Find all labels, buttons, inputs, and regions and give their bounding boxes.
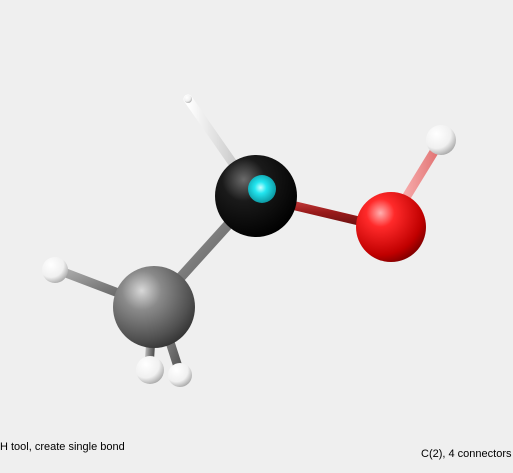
status-selection-info: C(2), 4 connectors <box>421 448 512 460</box>
hydrogen-atom-top[interactable] <box>184 95 192 103</box>
hydrogen-atom-oh[interactable] <box>426 125 456 155</box>
carbon-atom-c1[interactable] <box>113 266 195 348</box>
status-tool-hint: H tool, create single bond <box>0 441 125 453</box>
molecule-scene[interactable] <box>0 0 513 473</box>
hydrogen-atom-left[interactable] <box>42 257 68 283</box>
molecule-viewport[interactable]: H tool, create single bond C(2), 4 conne… <box>0 0 513 473</box>
hydrogen-atom-bottom-left[interactable] <box>136 356 164 384</box>
oxygen-atom[interactable] <box>356 192 426 262</box>
carbon-atom-c2-selected[interactable] <box>215 155 297 237</box>
hydrogen-atom-bottom-right[interactable] <box>168 363 192 387</box>
selection-highlight-icon <box>248 175 276 203</box>
